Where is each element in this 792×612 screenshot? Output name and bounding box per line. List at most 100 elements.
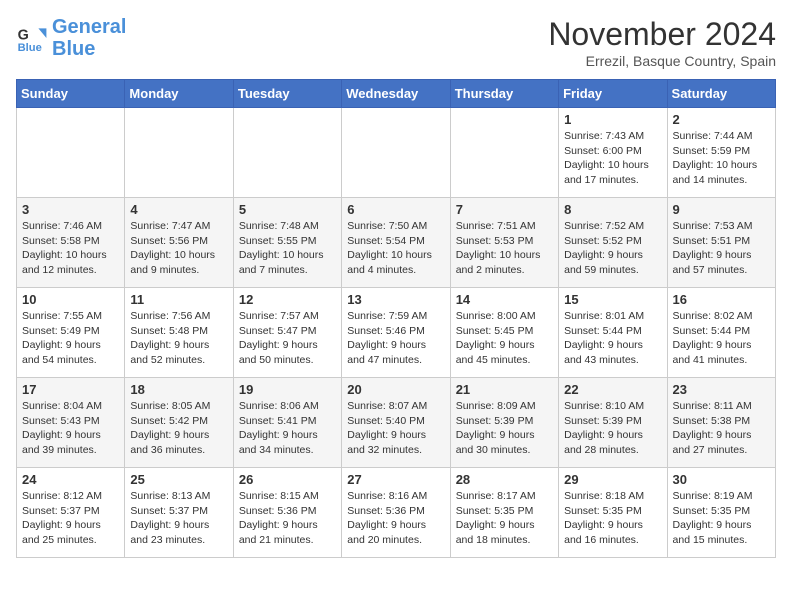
calendar-week-1: 3 Sunrise: 7:46 AM Sunset: 5:58 PM Daylig…: [17, 198, 776, 288]
calendar-cell: 12Sunrise: 7:57 AM Sunset: 5:47 PM Dayli…: [233, 288, 341, 378]
location: Errezil, Basque Country, Spain: [548, 53, 776, 69]
calendar-cell: 4 Sunrise: 7:47 AM Sunset: 5:56 PM Daylig…: [125, 198, 233, 288]
svg-text:Blue: Blue: [18, 42, 42, 54]
calendar-week-4: 24Sunrise: 8:12 AM Sunset: 5:37 PM Dayli…: [17, 468, 776, 558]
day-number: 10: [22, 292, 119, 307]
day-info: Sunrise: 8:01 AM Sunset: 5:44 PM Dayligh…: [564, 309, 661, 368]
calendar-week-2: 10 Sunrise: 7:55 AM Sunset: 5:49 PM Dayli…: [17, 288, 776, 378]
calendar-cell: 15 Sunrise: 8:01 AM Sunset: 5:44 PM Dayli…: [559, 288, 667, 378]
calendar-cell: 9 Sunrise: 7:53 AM Sunset: 5:51 PM Daylig…: [667, 198, 775, 288]
day-info: Sunrise: 8:02 AM Sunset: 5:44 PM Dayligh…: [673, 309, 770, 368]
calendar-cell: 17 Sunrise: 8:04 AM Sunset: 5:43 PM Dayli…: [17, 378, 125, 468]
day-number: 26: [239, 472, 336, 487]
day-info: Sunrise: 8:18 AM Sunset: 5:35 PM Dayligh…: [564, 489, 661, 548]
calendar-week-0: 1 Sunrise: 7:43 AM Sunset: 6:00 PM Daylig…: [17, 108, 776, 198]
day-info: Sunrise: 8:13 AM Sunset: 5:37 PM Dayligh…: [130, 489, 227, 548]
day-info: Sunrise: 7:55 AM Sunset: 5:49 PM Dayligh…: [22, 309, 119, 368]
day-info: Sunrise: 8:11 AM Sunset: 5:38 PM Dayligh…: [673, 399, 770, 458]
day-info: Sunrise: 7:48 AM Sunset: 5:55 PM Dayligh…: [239, 219, 336, 278]
day-info: Sunrise: 7:53 AM Sunset: 5:51 PM Dayligh…: [673, 219, 770, 278]
day-number: 15: [564, 292, 661, 307]
day-info: Sunrise: 8:06 AM Sunset: 5:41 PM Dayligh…: [239, 399, 336, 458]
header-thursday: Thursday: [450, 80, 558, 108]
calendar-cell: 18Sunrise: 8:05 AM Sunset: 5:42 PM Dayli…: [125, 378, 233, 468]
day-info: Sunrise: 7:47 AM Sunset: 5:56 PM Dayligh…: [130, 219, 227, 278]
day-info: Sunrise: 7:44 AM Sunset: 5:59 PM Dayligh…: [673, 129, 770, 188]
calendar-cell: [125, 108, 233, 198]
logo-icon: G Blue: [16, 22, 48, 54]
calendar-cell: 28 Sunrise: 8:17 AM Sunset: 5:35 PM Dayli…: [450, 468, 558, 558]
day-info: Sunrise: 7:46 AM Sunset: 5:58 PM Dayligh…: [22, 219, 119, 278]
month-title: November 2024: [548, 16, 776, 53]
day-number: 22: [564, 382, 661, 397]
calendar-cell: 5 Sunrise: 7:48 AM Sunset: 5:55 PM Daylig…: [233, 198, 341, 288]
day-info: Sunrise: 7:43 AM Sunset: 6:00 PM Dayligh…: [564, 129, 661, 188]
day-number: 16: [673, 292, 770, 307]
day-number: 13: [347, 292, 444, 307]
day-number: 28: [456, 472, 553, 487]
calendar-cell: 2 Sunrise: 7:44 AM Sunset: 5:59 PM Daylig…: [667, 108, 775, 198]
calendar-cell: 30 Sunrise: 8:19 AM Sunset: 5:35 PM Dayli…: [667, 468, 775, 558]
header-sunday: Sunday: [17, 80, 125, 108]
day-info: Sunrise: 7:57 AM Sunset: 5:47 PM Dayligh…: [239, 309, 336, 368]
day-info: Sunrise: 8:04 AM Sunset: 5:43 PM Dayligh…: [22, 399, 119, 458]
calendar-cell: 22 Sunrise: 8:10 AM Sunset: 5:39 PM Dayli…: [559, 378, 667, 468]
calendar-cell: 13 Sunrise: 7:59 AM Sunset: 5:46 PM Dayli…: [342, 288, 450, 378]
day-number: 7: [456, 202, 553, 217]
day-info: Sunrise: 8:12 AM Sunset: 5:37 PM Dayligh…: [22, 489, 119, 548]
day-number: 20: [347, 382, 444, 397]
day-info: Sunrise: 8:10 AM Sunset: 5:39 PM Dayligh…: [564, 399, 661, 458]
calendar-cell: 24Sunrise: 8:12 AM Sunset: 5:37 PM Dayli…: [17, 468, 125, 558]
day-number: 25: [130, 472, 227, 487]
calendar-cell: 3 Sunrise: 7:46 AM Sunset: 5:58 PM Daylig…: [17, 198, 125, 288]
calendar-cell: 23 Sunrise: 8:11 AM Sunset: 5:38 PM Dayli…: [667, 378, 775, 468]
day-info: Sunrise: 7:52 AM Sunset: 5:52 PM Dayligh…: [564, 219, 661, 278]
calendar-cell: 14 Sunrise: 8:00 AM Sunset: 5:45 PM Dayli…: [450, 288, 558, 378]
day-info: Sunrise: 7:59 AM Sunset: 5:46 PM Dayligh…: [347, 309, 444, 368]
calendar-cell: 20 Sunrise: 8:07 AM Sunset: 5:40 PM Dayli…: [342, 378, 450, 468]
day-number: 27: [347, 472, 444, 487]
header-saturday: Saturday: [667, 80, 775, 108]
day-number: 2: [673, 112, 770, 127]
day-number: 11: [130, 292, 227, 307]
day-number: 14: [456, 292, 553, 307]
calendar-cell: 7 Sunrise: 7:51 AM Sunset: 5:53 PM Daylig…: [450, 198, 558, 288]
calendar-cell: 16 Sunrise: 8:02 AM Sunset: 5:44 PM Dayli…: [667, 288, 775, 378]
day-number: 1: [564, 112, 661, 127]
calendar-cell: 29 Sunrise: 8:18 AM Sunset: 5:35 PM Dayli…: [559, 468, 667, 558]
day-info: Sunrise: 7:51 AM Sunset: 5:53 PM Dayligh…: [456, 219, 553, 278]
calendar-header-row: SundayMondayTuesdayWednesdayThursdayFrid…: [17, 80, 776, 108]
calendar-cell: 25 Sunrise: 8:13 AM Sunset: 5:37 PM Dayli…: [125, 468, 233, 558]
calendar-cell: [233, 108, 341, 198]
day-info: Sunrise: 8:19 AM Sunset: 5:35 PM Dayligh…: [673, 489, 770, 548]
day-info: Sunrise: 8:16 AM Sunset: 5:36 PM Dayligh…: [347, 489, 444, 548]
day-number: 19: [239, 382, 336, 397]
header-tuesday: Tuesday: [233, 80, 341, 108]
calendar-cell: 6Sunrise: 7:50 AM Sunset: 5:54 PM Daylig…: [342, 198, 450, 288]
calendar-cell: [450, 108, 558, 198]
day-number: 17: [22, 382, 119, 397]
day-number: 6: [347, 202, 444, 217]
day-info: Sunrise: 8:00 AM Sunset: 5:45 PM Dayligh…: [456, 309, 553, 368]
day-number: 3: [22, 202, 119, 217]
day-number: 23: [673, 382, 770, 397]
calendar-cell: [342, 108, 450, 198]
day-number: 4: [130, 202, 227, 217]
calendar-cell: 26Sunrise: 8:15 AM Sunset: 5:36 PM Dayli…: [233, 468, 341, 558]
calendar-cell: 1 Sunrise: 7:43 AM Sunset: 6:00 PM Daylig…: [559, 108, 667, 198]
calendar-week-3: 17 Sunrise: 8:04 AM Sunset: 5:43 PM Dayli…: [17, 378, 776, 468]
calendar-cell: 11 Sunrise: 7:56 AM Sunset: 5:48 PM Dayli…: [125, 288, 233, 378]
day-number: 9: [673, 202, 770, 217]
day-number: 8: [564, 202, 661, 217]
calendar-cell: [17, 108, 125, 198]
day-number: 5: [239, 202, 336, 217]
day-number: 29: [564, 472, 661, 487]
day-info: Sunrise: 8:07 AM Sunset: 5:40 PM Dayligh…: [347, 399, 444, 458]
logo: G Blue General Blue: [16, 16, 126, 60]
day-number: 30: [673, 472, 770, 487]
header-friday: Friday: [559, 80, 667, 108]
day-info: Sunrise: 7:56 AM Sunset: 5:48 PM Dayligh…: [130, 309, 227, 368]
page-header: G Blue General Blue November 2024 Errezi…: [16, 16, 776, 69]
day-number: 18: [130, 382, 227, 397]
day-info: Sunrise: 8:17 AM Sunset: 5:35 PM Dayligh…: [456, 489, 553, 548]
